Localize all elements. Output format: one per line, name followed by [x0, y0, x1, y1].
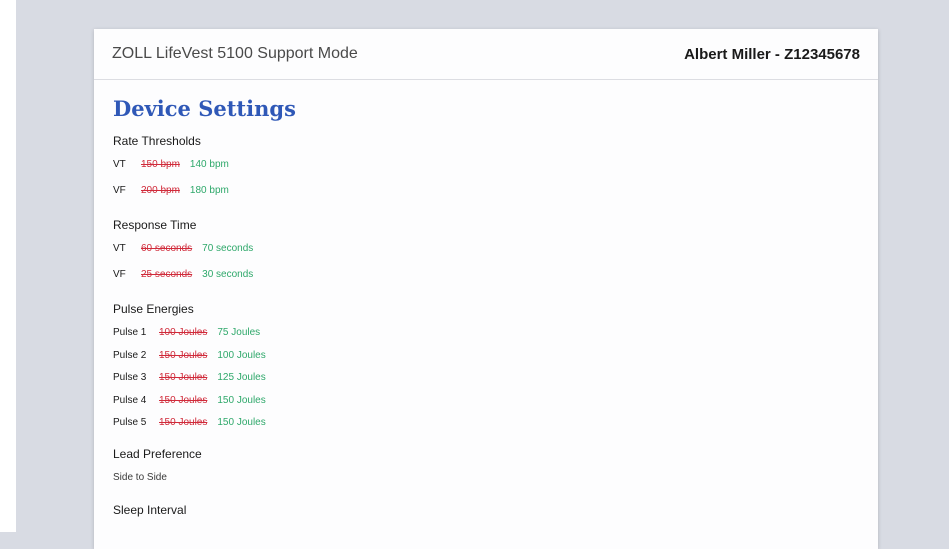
response-time-section: Response Time VT 60 seconds 70 seconds V… [113, 217, 859, 293]
setting-row-pulse-4: Pulse 4 150 Joules 150 Joules [113, 393, 859, 416]
setting-label: Pulse 3 [113, 372, 147, 383]
setting-row-pulse-3: Pulse 3 150 Joules 125 Joules [113, 370, 859, 393]
app-title: ZOLL LifeVest 5100 Support Mode [112, 45, 358, 62]
setting-row-pulse-1: Pulse 1 100 Joules 75 Joules [113, 325, 859, 348]
rate-thresholds-section: Rate Thresholds VT 150 bpm 140 bpm VF 20… [113, 133, 859, 209]
setting-label: Pulse 2 [113, 349, 147, 361]
setting-row-vt-rate: VT 150 bpm 140 bpm [113, 157, 859, 183]
setting-row-pulse-2: Pulse 2 150 Joules 100 Joules [113, 348, 859, 371]
sleep-interval-section: Sleep Interval [113, 502, 859, 518]
setting-label: Pulse 5 [113, 417, 147, 428]
old-value: 200 bpm [141, 185, 180, 196]
page-title: Device Settings [113, 96, 296, 121]
section-title: Rate Thresholds [113, 134, 201, 148]
old-value: 60 seconds [141, 243, 193, 254]
lead-preference-section: Lead Preference Side to Side [113, 446, 859, 494]
section-title: Lead Preference [113, 446, 202, 461]
new-value: 180 bpm [189, 185, 229, 196]
lead-preference-value: Side to Side [113, 471, 167, 483]
setting-row-pulse-5: Pulse 5 150 Joules 150 Joules [113, 415, 859, 438]
section-title: Pulse Energies [113, 302, 194, 316]
old-value: 150 Joules [159, 372, 208, 383]
old-value: 25 seconds [141, 269, 193, 280]
setting-label: VF [113, 269, 126, 280]
setting-label: VT [113, 159, 126, 170]
panel-header: ZOLL LifeVest 5100 Support Mode Albert M… [94, 29, 878, 80]
new-value: 70 seconds [202, 243, 254, 254]
setting-label: VT [113, 243, 126, 254]
old-value: 150 bpm [141, 159, 180, 170]
section-title: Sleep Interval [113, 502, 187, 517]
pulse-energies-section: Pulse Energies Pulse 1 100 Joules 75 Jou… [113, 301, 859, 438]
setting-row-vf-rate: VF 200 bpm 180 bpm [113, 183, 859, 209]
setting-row-vf-response: VF 25 seconds 30 seconds [113, 267, 859, 293]
new-value: 150 Joules [217, 394, 266, 406]
old-value: 150 Joules [159, 349, 208, 361]
old-value: 100 Joules [159, 327, 208, 338]
new-value: 140 bpm [189, 159, 229, 170]
new-value: 75 Joules [217, 327, 261, 338]
new-value: 100 Joules [217, 349, 266, 361]
settings-content: Device Settings Rate Thresholds VT 150 b… [94, 80, 878, 518]
patient-identifier: Albert Miller - Z12345678 [684, 45, 860, 63]
section-title: Response Time [113, 218, 197, 232]
setting-label: Pulse 4 [113, 394, 147, 406]
new-value: 30 seconds [202, 269, 254, 280]
background-strip [0, 0, 16, 532]
old-value: 150 Joules [159, 394, 208, 406]
setting-row-vt-response: VT 60 seconds 70 seconds [113, 241, 859, 267]
setting-label: Pulse 1 [113, 327, 147, 338]
old-value: 150 Joules [159, 417, 208, 428]
setting-label: VF [113, 185, 126, 196]
new-value: 150 Joules [217, 417, 266, 428]
new-value: 125 Joules [217, 372, 266, 383]
support-panel: ZOLL LifeVest 5100 Support Mode Albert M… [94, 29, 878, 549]
